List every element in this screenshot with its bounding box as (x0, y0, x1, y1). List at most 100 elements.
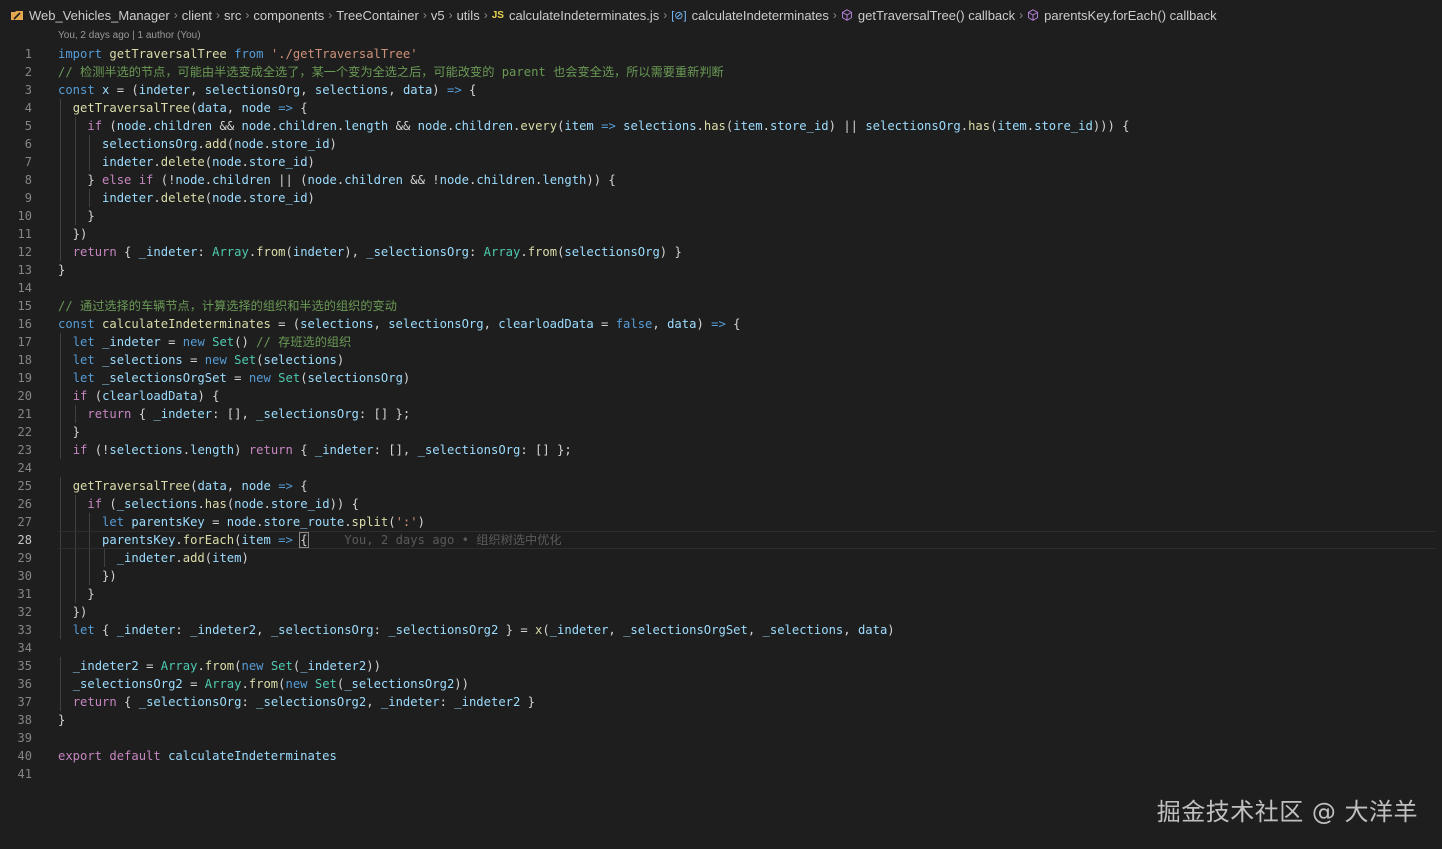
code-line[interactable]: 6 selectionsOrg.add(node.store_id) (0, 135, 1442, 153)
line-number: 37 (17, 695, 32, 709)
code-token: ) (417, 515, 425, 529)
code-line[interactable]: 25 getTraversalTree(data, node => { (0, 477, 1442, 495)
line-number: 22 (17, 425, 32, 439)
code-token: ( (102, 497, 117, 511)
code-line[interactable]: 2 // 检测半选的节点，可能由半选变成全选了，某一个变为全选之后，可能改变的 p… (0, 63, 1442, 81)
breadcrumb-item[interactable]: components (253, 8, 324, 23)
code-token: else if (102, 173, 154, 187)
code-line[interactable]: 35 _indeter2 = Array.from(new Set(_indet… (0, 657, 1442, 675)
code-line[interactable]: 16 const calculateIndeterminates = (selec… (0, 315, 1442, 333)
code-token: . (182, 443, 191, 457)
line-number: 33 (17, 623, 32, 637)
code-text: // 检测半选的节点，可能由半选变成全选了，某一个变为全选之后，可能改变的 pa… (58, 63, 724, 81)
code-token: : (197, 245, 213, 259)
code-line[interactable]: 33 let { _indeter: _indeter2, _selection… (0, 621, 1442, 639)
line-number: 12 (17, 245, 32, 259)
watermark: 掘金技术社区 @ 大洋羊 (1156, 798, 1418, 826)
code-line[interactable]: 11 }) (0, 225, 1442, 243)
code-line[interactable]: 1 import getTraversalTree from './getTrav… (0, 45, 1442, 63)
line-number: 11 (17, 227, 32, 241)
code-token: selectionsOrg (307, 371, 403, 385)
code-token: _indeter2 (190, 623, 257, 637)
code-line[interactable]: 10 } (0, 207, 1442, 225)
code-line[interactable]: 27 let parentsKey = node.store_route.spl… (0, 513, 1442, 531)
code-token: calculateIndeterminates (102, 317, 271, 331)
code-line[interactable]: 36 _selectionsOrg2 = Array.from(new Set(… (0, 675, 1442, 693)
code-token: ) } (659, 245, 682, 259)
breadcrumb-item[interactable]: JS calculateIndeterminates.js (492, 8, 660, 23)
code-line[interactable]: 15 // 通过选择的车辆节点，计算选择的组织和半选的组织的变动 (0, 297, 1442, 315)
code-line[interactable]: 18 let _selections = new Set(selections) (0, 351, 1442, 369)
line-number: 6 (24, 137, 32, 151)
code-token: let (72, 335, 103, 349)
code-token: , (366, 695, 381, 709)
code-line[interactable]: 21 return { _indeter: [], _selectionsOrg… (0, 405, 1442, 423)
code-line[interactable]: 9 indeter.delete(node.store_id) (0, 189, 1442, 207)
breadcrumb-item[interactable]: Web_Vehicles_Manager (10, 8, 170, 23)
code-line[interactable]: 24 (0, 459, 1442, 477)
code-line[interactable]: 22 } (0, 423, 1442, 441)
code-token: => (601, 119, 616, 133)
code-token: = (182, 353, 205, 367)
code-line[interactable]: 12 return { _indeter: Array.from(indeter… (0, 243, 1442, 261)
code-token: Set (212, 335, 235, 349)
code-line[interactable]: 23 if (!selections.length) return { _ind… (0, 441, 1442, 459)
code-line[interactable]: 26 if (_selections.has(node.store_id)) { (0, 495, 1442, 513)
line-number: 3 (24, 83, 32, 97)
code-token: _indeter (380, 695, 440, 709)
breadcrumb-item[interactable]: utils (457, 8, 480, 23)
code-line[interactable]: 8 } else if (!node.children || (node.chi… (0, 171, 1442, 189)
code-token: let (102, 515, 132, 529)
code-token: . (197, 659, 205, 673)
code-token: => (278, 101, 293, 115)
code-token: data (667, 317, 697, 331)
code-line[interactable]: 13} (0, 261, 1442, 279)
code-line[interactable]: 17 let _indeter = new Set() // 存班选的组织 (0, 333, 1442, 351)
code-token: parentsKey (102, 533, 176, 547)
line-number: 20 (17, 389, 32, 403)
code-line[interactable]: 38} (0, 711, 1442, 729)
code-editor[interactable]: 1 import getTraversalTree from './getTrav… (0, 45, 1442, 783)
code-token: )) (454, 677, 469, 691)
breadcrumb-item[interactable]: [⊘] calculateIndeterminates (671, 8, 829, 23)
code-line[interactable]: 7 indeter.delete(node.store_id) (0, 153, 1442, 171)
codelens-blame[interactable]: You, 2 days ago | 1 author (You) (58, 30, 201, 44)
code-line[interactable]: 34 (0, 639, 1442, 657)
code-token: ) { (197, 389, 220, 403)
code-line[interactable]: 32 }) (0, 603, 1442, 621)
code-line[interactable]: 40 export default calculateIndeterminates (0, 747, 1442, 765)
code-token: . (197, 497, 205, 511)
code-token: add (204, 137, 227, 151)
code-line[interactable]: 5 if (node.children && node.children.len… (0, 117, 1442, 135)
breadcrumb-item[interactable]: TreeContainer (336, 8, 419, 23)
code-line[interactable]: 30 }) (0, 567, 1442, 585)
code-token: { (116, 695, 139, 709)
code-line[interactable]: 20 if (clearloadData) { (0, 387, 1442, 405)
code-line[interactable]: 28 parentsKey.forEach(item => { You, 2 d… (0, 531, 1442, 549)
code-token: , (256, 623, 271, 637)
code-line[interactable]: 29 _indeter.add(item) (0, 549, 1442, 567)
code-token: from (256, 245, 286, 259)
code-line[interactable]: 31 } (0, 585, 1442, 603)
code-line[interactable]: 41 (0, 765, 1442, 783)
code-line[interactable]: 19 let _selectionsOrgSet = new Set(selec… (0, 369, 1442, 387)
code-line[interactable]: 3 const x = (indeter, selectionsOrg, sele… (0, 81, 1442, 99)
code-text: import getTraversalTree from './getTrave… (58, 45, 418, 63)
code-line[interactable]: 4 getTraversalTree(data, node => { (0, 99, 1442, 117)
breadcrumb-item[interactable]: v5 (431, 8, 445, 23)
line-number: 28 (17, 533, 32, 547)
breadcrumb-item[interactable]: getTraversalTree() callback (841, 8, 1015, 23)
breadcrumb-item[interactable]: src (224, 8, 241, 23)
breadcrumb-item[interactable]: parentsKey.forEach() callback (1027, 8, 1217, 23)
code-text: getTraversalTree(data, node => { (58, 99, 308, 117)
line-number: 39 (17, 731, 32, 745)
code-token: : (373, 623, 389, 637)
code-line[interactable]: 37 return { _selectionsOrg: _selectionsO… (0, 693, 1442, 711)
code-token: { (725, 317, 741, 331)
code-line[interactable]: 39 (0, 729, 1442, 747)
code-line[interactable]: 14 (0, 279, 1442, 297)
code-token: _selectionsOrg2 (344, 677, 455, 691)
breadcrumb-item[interactable]: client (182, 8, 212, 23)
